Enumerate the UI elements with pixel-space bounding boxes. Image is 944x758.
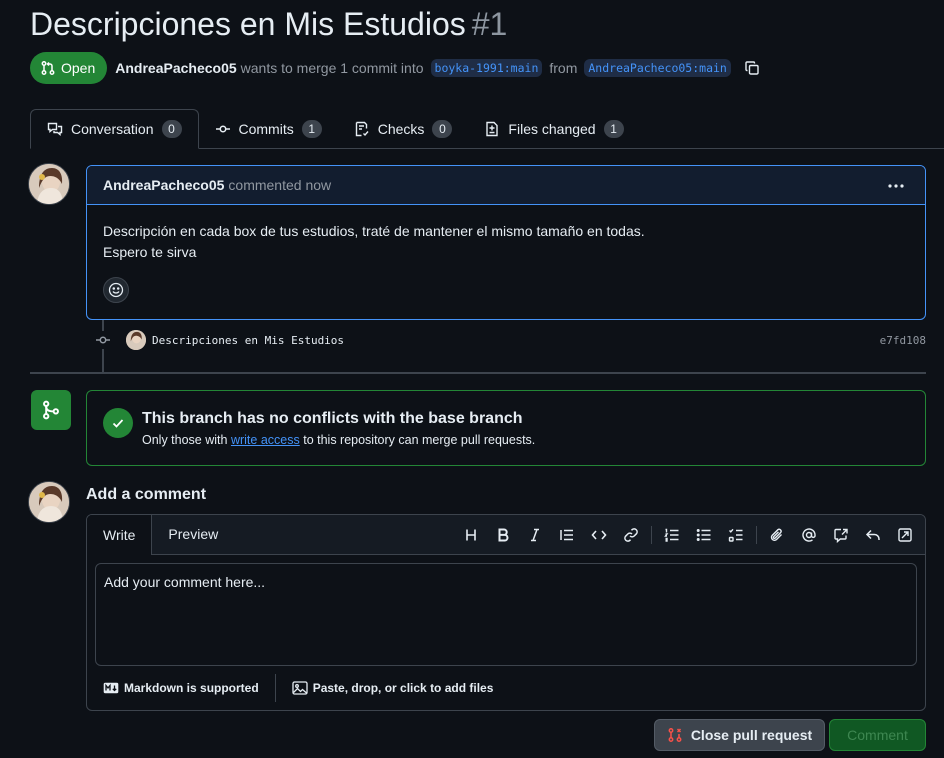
merge-status-subtitle: Only those with write access to this rep… [142, 433, 535, 447]
comment-header: AndreaPacheco05 commented now [87, 166, 925, 205]
tab-files-changed[interactable]: Files changed 1 [468, 109, 639, 149]
footer-divider [274, 674, 276, 702]
fullscreen-icon[interactable] [889, 519, 921, 551]
task-list-icon[interactable] [720, 519, 752, 551]
reply-icon[interactable] [857, 519, 889, 551]
comment-editor: Write Preview Add your comment here... M [86, 514, 926, 711]
comment-body-line: Espero te sirva [103, 244, 197, 260]
pr-meta: Open AndreaPacheco05 wants to merge 1 co… [30, 52, 760, 84]
image-icon [292, 681, 308, 695]
comment-body-line: Descripción en cada box de tus estudios,… [103, 223, 645, 239]
pr-title: Descripciones en Mis Estudios #1 [30, 6, 507, 43]
tab-label: Commits [238, 121, 294, 137]
tab-checks[interactable]: Checks 0 [338, 109, 469, 149]
quote-icon[interactable] [551, 519, 583, 551]
head-branch[interactable]: AndreaPacheco05:main [584, 59, 731, 77]
add-comment-heading: Add a comment [86, 486, 207, 503]
avatar[interactable] [28, 163, 70, 205]
avatar[interactable] [28, 481, 70, 523]
commit-row: Descripciones en Mis Estudios e7fd108 [94, 328, 926, 352]
timeline-divider [30, 372, 926, 374]
heading-icon[interactable] [455, 519, 487, 551]
tab-preview[interactable]: Preview [152, 515, 234, 554]
cross-reference-icon[interactable] [825, 519, 857, 551]
comment-timestamp: commented now [228, 177, 332, 193]
tab-counter: 1 [603, 120, 624, 138]
tab-commits[interactable]: Commits 1 [199, 109, 338, 149]
copy-icon[interactable] [744, 60, 760, 76]
tab-counter: 1 [301, 120, 322, 138]
toolbar-divider [756, 526, 757, 544]
file-diff-icon [486, 121, 499, 137]
attach-note: Paste, drop, or click to add files [312, 681, 494, 695]
italic-icon[interactable] [519, 519, 551, 551]
state-label: Open [61, 60, 96, 76]
comment-submit-button[interactable]: Comment [829, 719, 926, 751]
pr-tabs: Conversation 0 Commits 1 Checks 0 Files … [30, 109, 640, 149]
comment-placeholder: Add your comment here... [104, 574, 266, 590]
attach-files-button[interactable]: Paste, drop, or click to add files [292, 681, 494, 695]
bold-icon[interactable] [487, 519, 519, 551]
comment-textarea[interactable]: Add your comment here... [95, 563, 917, 666]
merge-sub-suffix: to this repository can merge pull reques… [303, 433, 536, 447]
merge-sub-prefix: Only those with [142, 433, 228, 447]
paperclip-icon[interactable] [761, 519, 793, 551]
base-branch[interactable]: boyka-1991:main [430, 59, 543, 77]
markdown-supported-link[interactable]: Markdown is supported [103, 681, 259, 695]
check-circle-icon [103, 408, 133, 438]
git-commit-icon [94, 331, 112, 349]
markdown-toolbar [455, 515, 921, 555]
editor-header: Write Preview [87, 515, 925, 555]
tab-conversation[interactable]: Conversation 0 [30, 109, 199, 149]
editor-footer: Markdown is supported Paste, drop, or cl… [87, 666, 925, 710]
pr-author-link[interactable]: AndreaPacheco05 [115, 60, 236, 76]
merge-status-title: This branch has no conflicts with the ba… [142, 410, 523, 427]
smiley-icon [108, 282, 124, 298]
commit-sha-link[interactable]: e7fd108 [880, 334, 926, 347]
git-pull-request-closed-icon [668, 728, 682, 742]
tab-label: Files changed [508, 121, 596, 137]
comment-submit-label: Comment [847, 727, 908, 743]
comment-body: Descripción en cada box de tus estudios,… [87, 205, 925, 263]
markdown-icon [103, 682, 119, 694]
tab-counter: 0 [161, 120, 182, 138]
link-icon[interactable] [615, 519, 647, 551]
mention-icon[interactable] [793, 519, 825, 551]
markdown-note: Markdown is supported [124, 681, 259, 695]
add-reaction-button[interactable] [103, 277, 129, 303]
git-commit-icon [215, 125, 230, 133]
close-pull-request-button[interactable]: Close pull request [654, 719, 825, 751]
close-pull-request-label: Close pull request [690, 727, 813, 743]
merge-description: AndreaPacheco05 wants to merge 1 commit … [115, 59, 760, 77]
from-text: from [549, 60, 578, 76]
tab-label: Conversation [71, 121, 154, 137]
toolbar-divider [651, 526, 652, 544]
pr-title-text: Descripciones en Mis Estudios [30, 6, 466, 42]
tab-write[interactable]: Write [87, 515, 153, 555]
comment-author-link[interactable]: AndreaPacheco05 [103, 177, 224, 193]
unordered-list-icon[interactable] [688, 519, 720, 551]
code-icon[interactable] [583, 519, 615, 551]
commit-message-link[interactable]: Descripciones en Mis Estudios [152, 334, 344, 347]
state-badge: Open [30, 52, 108, 84]
pr-number: #1 [471, 6, 508, 42]
tab-label: Checks [377, 121, 425, 137]
tab-counter: 0 [432, 120, 453, 138]
write-access-link[interactable]: write access [231, 433, 300, 447]
git-merge-icon [31, 390, 71, 430]
merge-text: wants to merge 1 commit into [240, 60, 424, 76]
merge-status-box: This branch has no conflicts with the ba… [86, 390, 926, 466]
comment-card: AndreaPacheco05 commented now Descripció… [86, 165, 926, 320]
ordered-list-icon[interactable] [656, 519, 688, 551]
checklist-icon [355, 121, 369, 137]
git-pull-request-icon [41, 61, 55, 75]
commit-author-avatar[interactable] [126, 330, 146, 350]
comment-discussion-icon [47, 122, 63, 136]
kebab-horizontal-icon[interactable] [887, 178, 905, 197]
